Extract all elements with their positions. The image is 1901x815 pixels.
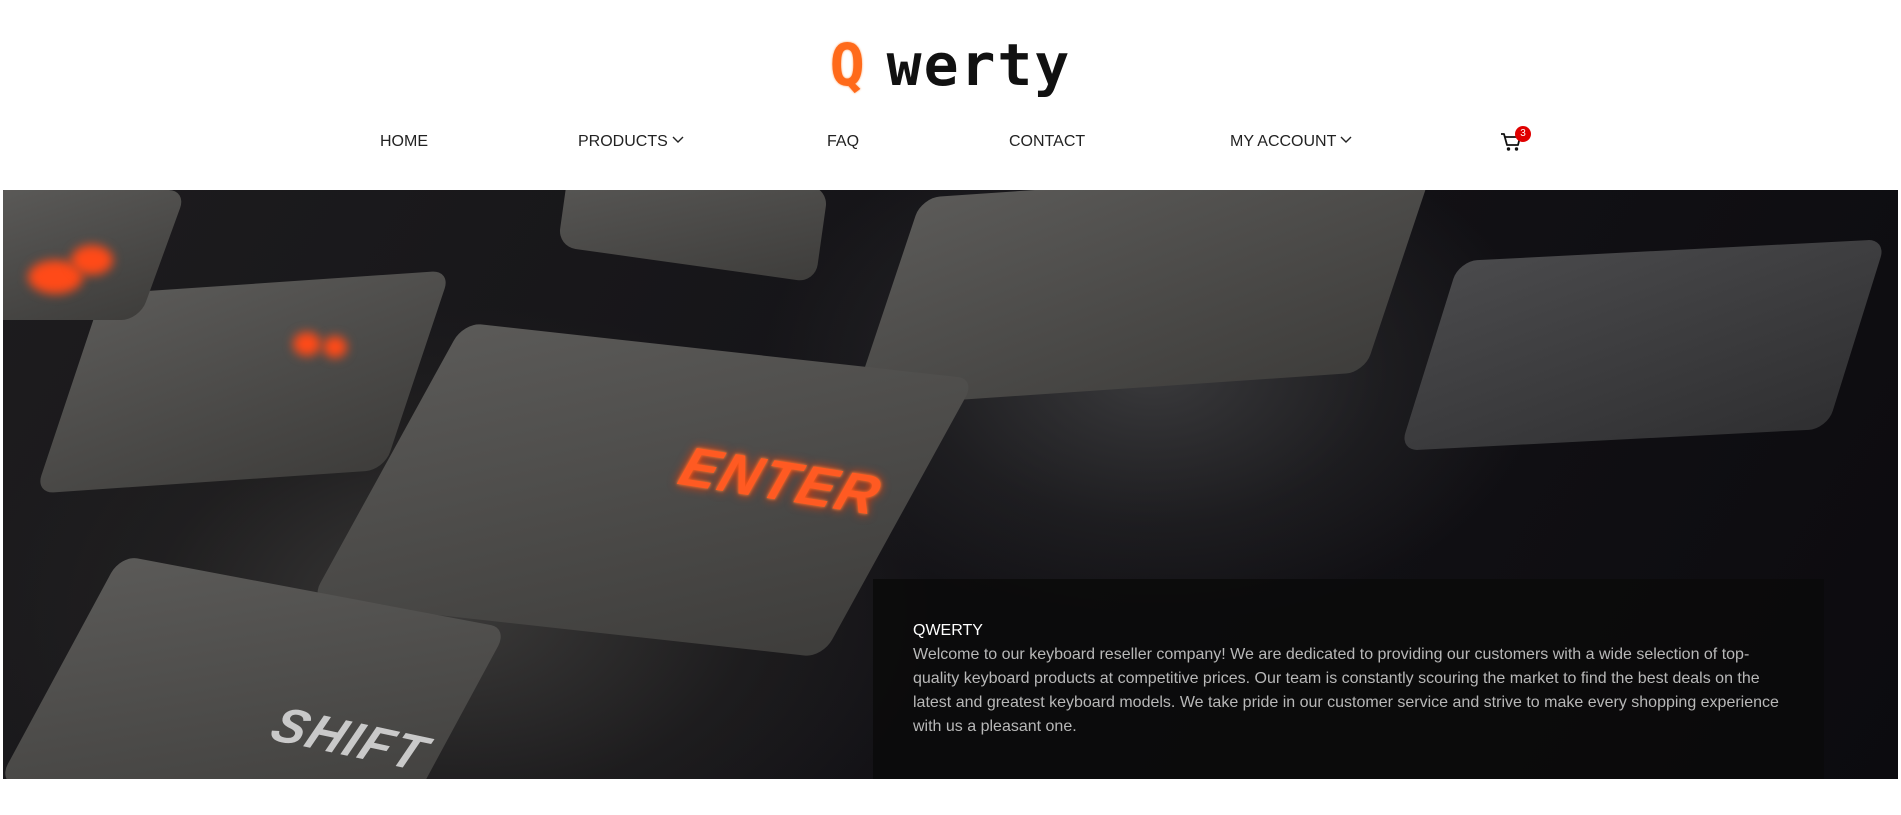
chevron-down-icon <box>1340 136 1352 144</box>
chevron-down-icon <box>672 136 684 144</box>
nav-faq-label: FAQ <box>827 133 860 150</box>
hero-banner: ENTER SHIFT QWERTY Welcome to our keyboa… <box>3 190 1898 779</box>
nav-home[interactable]: HOME <box>380 130 428 154</box>
nav-home-label: HOME <box>380 133 428 150</box>
site-logo[interactable]: Qwerty <box>0 30 1901 100</box>
logo-text: werty <box>886 31 1072 99</box>
logo-letter-q: Q <box>829 31 867 99</box>
nav-faq[interactable]: FAQ <box>827 130 859 154</box>
hero-description: Welcome to our keyboard reseller company… <box>913 646 1779 735</box>
nav-products[interactable]: PRODUCTS <box>578 130 684 154</box>
hero-title: QWERTY <box>913 622 983 639</box>
nav-my-account[interactable]: MY ACCOUNT <box>1230 130 1352 154</box>
hero-info-box: QWERTY Welcome to our keyboard reseller … <box>873 579 1824 779</box>
nav-products-label: PRODUCTS <box>578 133 668 150</box>
main-nav: HOME PRODUCTS FAQ CONTACT MY ACCOUNT <box>0 130 1901 154</box>
nav-my-account-label: MY ACCOUNT <box>1230 133 1337 150</box>
cart-count-badge: 3 <box>1515 126 1531 142</box>
nav-contact-label: CONTACT <box>1009 133 1086 150</box>
nav-contact[interactable]: CONTACT <box>1009 130 1085 154</box>
